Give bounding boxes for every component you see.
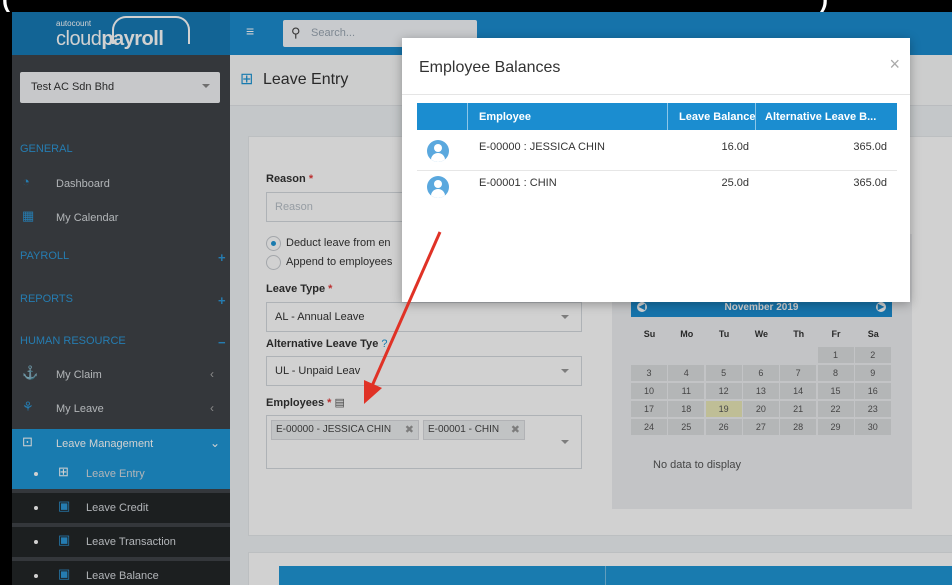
banner-left: ( [2, 0, 10, 12]
top-banner: ( ) [0, 0, 952, 12]
banner-right: ) [820, 0, 828, 12]
app-window: autocount cloudpayroll ≡ ⚲ Search... Tes… [12, 12, 952, 585]
annotation-arrow [364, 231, 442, 404]
